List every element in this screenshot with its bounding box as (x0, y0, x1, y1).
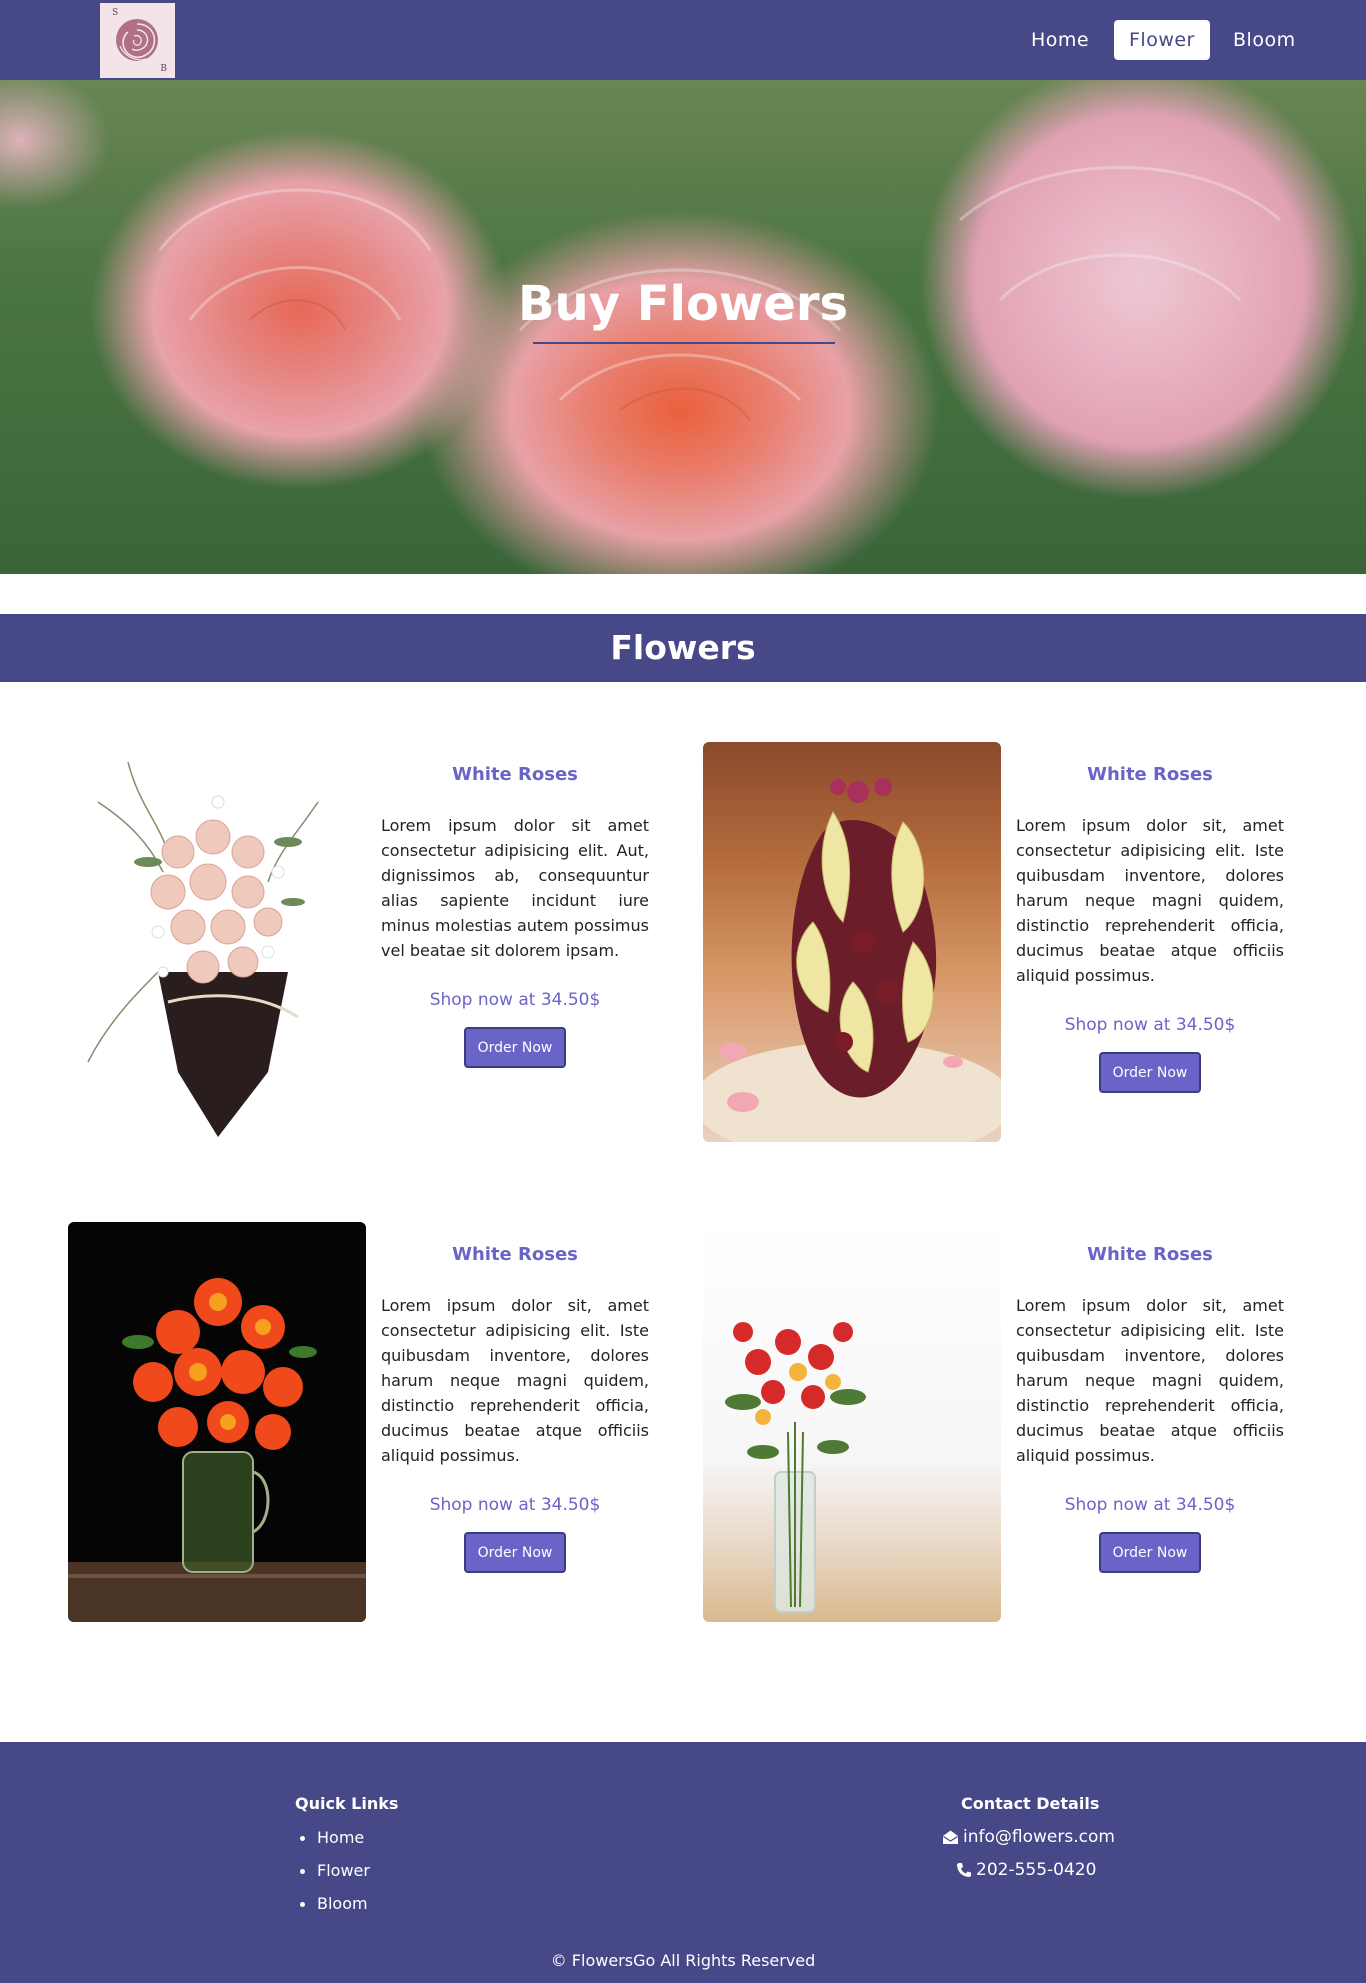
logo-letter-b: B (160, 64, 167, 74)
order-now-button[interactable]: Order Now (1099, 1052, 1201, 1093)
contact-details-title: Contact Details (961, 1794, 1100, 1813)
footer-link-flower[interactable]: Flower (295, 1861, 370, 1894)
nav-link-flower[interactable]: Flower (1114, 20, 1210, 60)
phone-icon (957, 1863, 971, 1877)
footer-link-home[interactable]: Home (295, 1828, 370, 1861)
contact-phone[interactable]: 202-555-0420 (956, 1860, 1096, 1880)
rose-bouquet-vase-image (725, 1322, 866, 1613)
quick-links-list: Home Flower Bloom (295, 1828, 370, 1927)
product-card: White Roses Lorem ipsum dolor sit, amet … (703, 742, 1303, 1142)
product-title: White Roses (1087, 1244, 1213, 1265)
product-title: White Roses (452, 1244, 578, 1265)
product-price: Shop now at 34.50$ (1064, 1015, 1236, 1035)
product-info: White Roses Lorem ipsum dolor sit, amet … (381, 1222, 649, 1573)
product-title: White Roses (452, 764, 578, 785)
product-image (703, 742, 1001, 1142)
product-description: Lorem ipsum dolor sit, amet consectetur … (381, 1296, 649, 1465)
product-info: White Roses Lorem ipsum dolor sit amet c… (381, 742, 649, 1068)
product-info: White Roses Lorem ipsum dolor sit, amet … (1016, 1222, 1284, 1573)
contact-email[interactable]: info@flowers.com (942, 1827, 1115, 1847)
contact-email-text: info@flowers.com (963, 1827, 1115, 1847)
contact-phone-text: 202-555-0420 (976, 1860, 1097, 1880)
rose-logo-icon (116, 19, 158, 61)
quick-links-title: Quick Links (295, 1794, 399, 1813)
copyright-text: © FlowersGo All Rights Reserved (550, 1951, 816, 1970)
envelope-open-icon (943, 1830, 958, 1844)
calla-lily-arrangement-image (703, 778, 1001, 1142)
section-title: Flowers (610, 628, 756, 667)
product-card: White Roses Lorem ipsum dolor sit, amet … (68, 1222, 668, 1622)
product-description: Lorem ipsum dolor sit, amet consectetur … (1016, 816, 1284, 985)
hero-title: Buy Flowers (517, 276, 849, 332)
product-description: Lorem ipsum dolor sit, amet consectetur … (1016, 1296, 1284, 1465)
hero-banner: Buy Flowers (0, 80, 1366, 574)
flowers-section-header: Flowers (0, 614, 1366, 682)
footer-link-bloom[interactable]: Bloom (295, 1894, 370, 1927)
product-description: Lorem ipsum dolor sit amet consectetur a… (381, 816, 649, 960)
order-now-button[interactable]: Order Now (464, 1532, 566, 1573)
product-title: White Roses (1087, 764, 1213, 785)
product-info: White Roses Lorem ipsum dolor sit, amet … (1016, 742, 1284, 1093)
nav-link-home[interactable]: Home (1016, 20, 1104, 60)
navbar: S B Home Flower Bloom (0, 0, 1366, 80)
product-price: Shop now at 34.50$ (1064, 1495, 1236, 1515)
nav-link-bloom[interactable]: Bloom (1218, 20, 1311, 60)
order-now-button[interactable]: Order Now (1099, 1532, 1201, 1573)
product-card: White Roses Lorem ipsum dolor sit, amet … (703, 1222, 1303, 1622)
hero-title-underline (533, 342, 835, 344)
orange-flowers-vase-image (68, 1278, 366, 1622)
product-image (703, 1222, 1001, 1622)
product-image (68, 1222, 366, 1622)
bouquet-basket-image (87, 761, 319, 1137)
product-price: Shop now at 34.50$ (429, 990, 601, 1010)
site-footer: Quick Links Home Flower Bloom Contact De… (0, 1742, 1366, 1983)
order-now-button[interactable]: Order Now (464, 1027, 566, 1068)
product-price: Shop now at 34.50$ (429, 1495, 601, 1515)
product-image (68, 742, 366, 1142)
site-logo[interactable]: S B (100, 3, 175, 78)
product-card: White Roses Lorem ipsum dolor sit amet c… (68, 742, 668, 1142)
